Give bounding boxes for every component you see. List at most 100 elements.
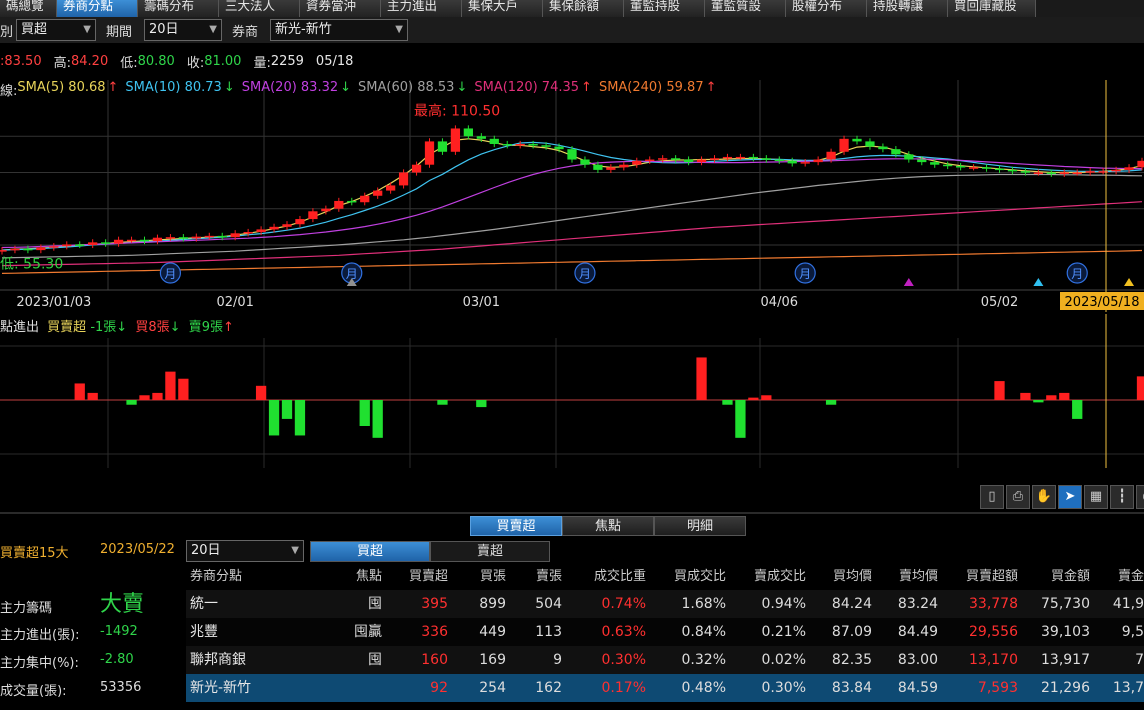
month-marker-icon[interactable]: 月 [1066,262,1088,284]
candle [424,138,435,168]
flow-bar [437,400,448,405]
section-divider [0,512,1144,514]
column-header[interactable]: 賣張 [506,566,562,590]
period-select-value: 20日 [149,22,179,37]
event-triangle-icon[interactable] [903,278,914,286]
tab-7[interactable]: 集保餘額 [543,0,624,17]
candle [437,138,448,155]
table-period-select[interactable]: 20日 ▼ [186,540,304,562]
tab-12[interactable]: 買回庫藏股 [948,0,1036,17]
tab-detail[interactable]: 明細 [654,516,746,536]
column-header[interactable]: 賣成交比 [726,566,806,590]
trend-arrow-icon: ↑ [705,80,717,95]
column-header[interactable]: 成交比重 [562,566,646,590]
sma-prefix: 線: [0,84,18,98]
table-row[interactable]: 統一 囤 395 899 504 0.74% 1.68% 0.94% 84.24 83.24 33,… [186,590,1144,618]
table-cell: 84.59 [897,680,938,696]
month-marker-icon[interactable]: 月 [794,262,816,284]
print-icon[interactable]: ⎙ [1006,485,1030,509]
table-cell: 0.21% [761,624,806,640]
month-marker-icon[interactable]: 月 [574,262,596,284]
quote-date: 05/18 [315,53,354,69]
table-cell: 9,5 [1121,624,1144,640]
tab-10[interactable]: 股權分布 [786,0,867,17]
column-header[interactable]: 買賣超額 [938,566,1018,590]
column-header[interactable]: 買金額 [1018,566,1090,590]
type-select[interactable]: 買超 ▼ [16,19,96,41]
flow-bar [126,400,137,405]
price-chart[interactable]: 最高: 110.50低: 55.30月月月月月2023/01/03 02/01 03… [0,80,1144,312]
table-cell: 33,778 [969,596,1018,612]
trend-arrow-icon: ↓ [456,80,468,95]
table-row[interactable]: 聯邦商銀 囤 160 169 9 0.30% 0.32% 0.02% 82.35 83.00 13,… [186,646,1144,674]
tab-2[interactable]: 籌碼分布 [138,0,219,17]
pointer-icon[interactable]: ➤ [1058,485,1082,509]
flow-bar [735,400,746,438]
trend-arrow-icon: ↓ [340,80,352,95]
column-header[interactable]: 券商分點 [190,566,300,590]
candle [0,247,7,255]
column-header[interactable]: 買張 [448,566,506,590]
period-select[interactable]: 20日 ▼ [144,19,222,41]
document-icon[interactable]: ▯ [980,485,1004,509]
tab-5[interactable]: 主力進出 [381,0,462,17]
tab-11[interactable]: 持股轉讓 [867,0,948,17]
tab-4[interactable]: 資券當沖 [300,0,381,17]
main-flow-label: 主力進出(張): [0,628,80,643]
chart-icon[interactable]: ┇ [1110,485,1134,509]
tab-buy-over[interactable]: 買超 [310,540,430,562]
column-header[interactable]: 賣金 [1090,566,1144,590]
table-cell: 統一 [190,596,218,612]
tab-focus[interactable]: 焦點 [562,516,654,536]
event-triangle-icon[interactable] [1124,278,1135,286]
table-cell: 7,593 [977,680,1018,696]
tab-6[interactable]: 集保大戶 [462,0,543,17]
table-cell: 聯邦商銀 [190,652,246,668]
flow-buy-label: 買 [135,320,149,335]
column-header[interactable]: 焦點 [304,566,382,590]
query-controls: 別 買超 ▼ 期間 20日 ▼ 券商 新光-新竹 ▼ [0,17,1144,43]
tab-net-buy-sell[interactable]: 買賣超 [470,516,562,536]
column-header[interactable]: 買賣超 [382,566,448,590]
column-header[interactable]: 買均價 [806,566,872,590]
table-row[interactable]: 兆豐 囤贏 336 449 113 0.63% 0.84% 0.21% 87.09 84.49 29… [186,618,1144,646]
event-triangle-icon[interactable] [1033,278,1044,286]
broker-flow-chart[interactable] [0,314,1144,468]
candle [515,140,525,149]
candle [632,157,642,168]
broker-select[interactable]: 新光-新竹 ▼ [270,19,408,41]
table-row[interactable]: 新光-新竹 92 254 162 0.17% 0.48% 0.30% 83.84 84.59 7,… [186,674,1144,702]
flow-bar [1072,400,1083,419]
tab-sell-over[interactable]: 賣超 [430,540,550,562]
candle [463,125,473,140]
sma-legend-item: SMA(120) 74.35 ↑ [474,80,592,98]
tab-1[interactable]: 券商分點 [57,0,138,17]
tab-0[interactable]: 碼總覽 [0,0,57,17]
table-icon[interactable]: ▦ [1084,485,1108,509]
sma-legend-item: SMA(10) 80.73 ↓ [125,80,234,98]
table-cell: 83.24 [897,596,938,612]
candle [308,208,318,223]
sma-legend-text: SMA(10) 80.73 [125,80,222,95]
tab-9[interactable]: 董監質設 [705,0,786,17]
tab-8[interactable]: 董監持股 [624,0,705,17]
type-label: 別 [0,24,14,40]
column-header[interactable]: 買成交比 [646,566,726,590]
low-annotation: 低: 55.30 [0,256,63,272]
tab-3[interactable]: 三大法人 [219,0,300,17]
column-header[interactable]: 賣均價 [872,566,938,590]
sma-legend-item: SMA(60) 88.53 ↓ [358,80,467,98]
hand-icon[interactable]: ✋ [1032,485,1056,509]
high-annotation: 最高: 110.50 [414,102,500,119]
period-label: 期間 [106,24,133,40]
candle [813,156,823,166]
table-cell: 0.74% [601,596,646,612]
candle [152,234,163,245]
table-cell: 162 [535,680,562,696]
chevron-down-icon: ▼ [395,24,403,35]
volume-total-label: 成交量(張): [0,684,67,699]
eye-icon[interactable]: ◉ [1136,485,1144,509]
function-tab-bar: 碼總覽 券商分點 籌碼分布 三大法人 資券當沖 主力進出 集保大戶 集保餘額 董監持股 董監質設股… [0,0,1144,17]
month-marker-icon[interactable]: 月 [159,262,182,284]
table-cell: 83.84 [831,680,872,696]
